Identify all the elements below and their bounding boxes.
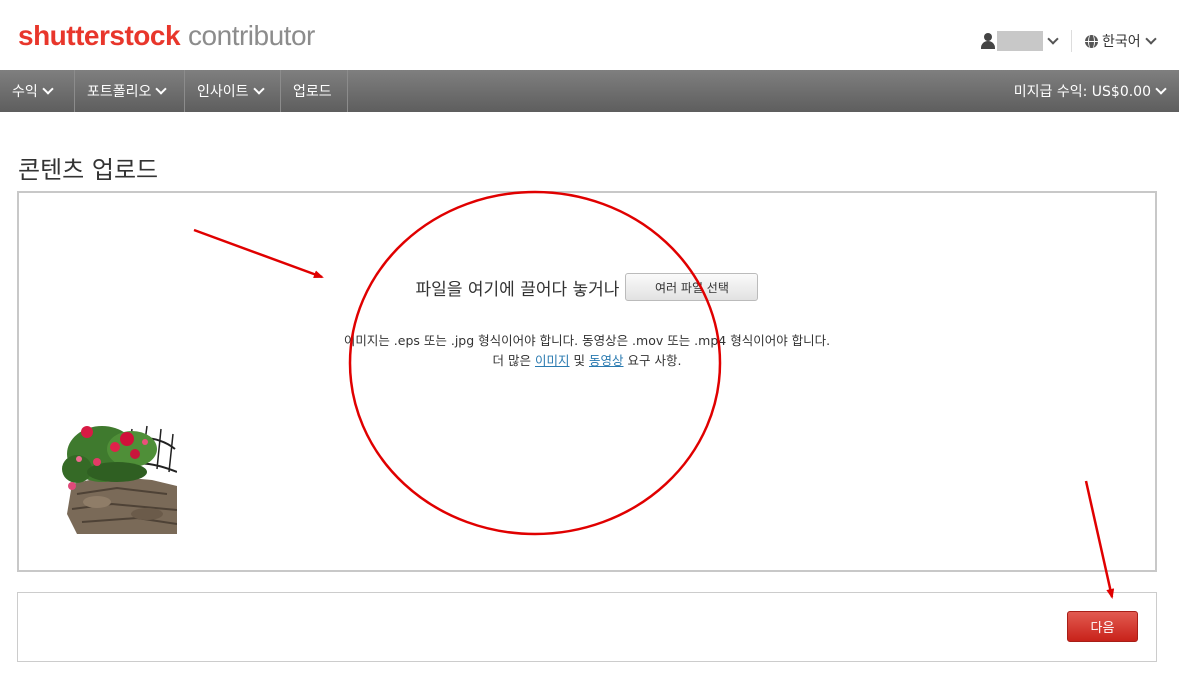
chevron-down-icon xyxy=(1047,33,1059,45)
select-files-button[interactable]: 여러 파일 선택 xyxy=(625,273,759,301)
next-button[interactable]: 다음 xyxy=(1067,611,1138,642)
chevron-down-icon xyxy=(1155,83,1167,95)
nav-item-label: 인사이트 xyxy=(197,84,249,100)
user-icon xyxy=(981,33,995,49)
uploaded-image-thumbnail[interactable] xyxy=(57,414,177,534)
video-requirements-link[interactable]: 동영상 xyxy=(589,353,624,368)
chevron-down-icon xyxy=(1144,33,1157,45)
requirements-prefix: 더 많은 xyxy=(492,353,532,368)
image-requirements-link[interactable]: 이미지 xyxy=(535,353,570,368)
nav-upload-link[interactable]: 업로드 xyxy=(281,70,348,112)
drop-row: 파일을 여기에 끌어다 놓거나 여러 파일 선택 xyxy=(19,271,1155,303)
unpaid-earnings-menu[interactable]: 미지급 수익: US$0.00 xyxy=(1013,70,1167,112)
drop-instruction: 파일을 여기에 끌어다 놓거나 xyxy=(415,279,620,300)
chevron-down-icon xyxy=(252,83,265,95)
nav-insights-menu[interactable]: 인사이트 xyxy=(185,70,281,112)
upload-dropzone[interactable]: 파일을 여기에 끌어다 놓거나 여러 파일 선택 이미지는 .eps 또는 .j… xyxy=(17,191,1157,572)
nav-item-label: 업로드 xyxy=(293,84,332,100)
globe-icon xyxy=(1085,34,1098,48)
main-navbar: 수익 포트폴리오 인사이트 업로드 미지급 수익: US$0.00 xyxy=(0,70,1179,112)
header: shutterstock contributor 한국어 xyxy=(0,0,1179,70)
nav-item-label: 수익 xyxy=(12,84,38,100)
nav-earnings-menu[interactable]: 수익 xyxy=(0,70,75,112)
logo-main-text: shutterstock xyxy=(18,20,181,51)
chevron-down-icon xyxy=(155,83,168,95)
requirements-and: 및 xyxy=(573,353,586,368)
header-divider xyxy=(1071,30,1072,52)
chevron-down-icon xyxy=(42,83,54,95)
format-requirements: 이미지는 .eps 또는 .jpg 형식이어야 합니다. 동영상은 .mov 또… xyxy=(343,333,831,348)
requirements-suffix: 요구 사항. xyxy=(627,353,682,368)
logo-sub-text: contributor xyxy=(188,20,315,51)
page-title: 콘텐츠 업로드 xyxy=(18,156,159,184)
user-menu[interactable] xyxy=(981,30,1059,52)
language-label: 한국어 xyxy=(1102,34,1141,50)
language-selector[interactable]: 한국어 xyxy=(1085,30,1157,52)
requirements-links: 더 많은 이미지 및 동영상 요구 사항. xyxy=(19,350,1155,369)
unpaid-earnings-label: 미지급 수익: US$0.00 xyxy=(1013,84,1151,100)
shutterstock-logo[interactable]: shutterstock contributor xyxy=(18,20,315,52)
action-bar: 다음 xyxy=(17,592,1157,662)
nav-item-label: 포트폴리오 xyxy=(87,84,152,100)
nav-portfolio-menu[interactable]: 포트폴리오 xyxy=(75,70,185,112)
user-name-redacted xyxy=(997,31,1043,51)
